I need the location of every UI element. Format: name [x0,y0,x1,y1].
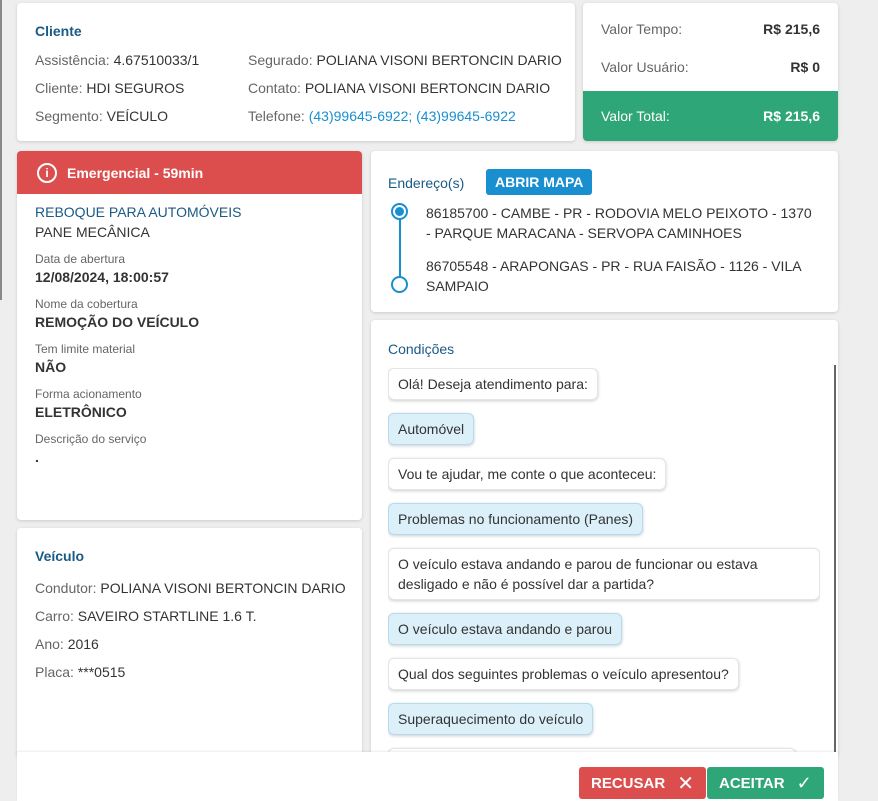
scrollbar[interactable] [834,365,836,758]
endereco-title: Endereço(s) [388,175,465,191]
aceitar-button[interactable]: ACEITAR ✓ [707,767,824,799]
field-value: NÃO [35,359,67,375]
field-label: Data de abertura [35,252,126,266]
valor-tempo: Valor Tempo: R$ 215,6 [601,21,820,37]
origin-dot-icon [391,203,408,220]
field-value: ELETRÔNICO [35,404,127,420]
servico-field: Forma acionamento ELETRÔNICO [35,387,344,420]
assistencia: Assistência: 4.67510033/1 [35,52,200,68]
valor-usuario: Valor Usuário: R$ 0 [601,59,820,75]
emergencial-badge: i Emergencial - 59min [17,151,362,194]
footer-bar: RECUSAR ✕ ACEITAR ✓ [17,752,838,801]
destination-dot-icon [391,276,408,293]
servico-field: Data de abertura 12/08/2024, 18:00:57 [35,252,344,285]
answer-bubble: Problemas no funcionamento (Panes) [388,503,644,535]
servico-subtipo: PANE MECÂNICA [35,224,150,240]
cliente-card: Cliente Assistência: 4.67510033/1 Client… [17,3,575,141]
condutor: Condutor: POLIANA VISONI BERTONCIN DARIO [35,580,346,596]
veiculo-card: Veículo Condutor: POLIANA VISONI BERTONC… [17,528,362,758]
question-bubble: Vou te ajudar, me conte o que aconteceu: [388,458,667,490]
telefone-link[interactable]: (43)99645-6922; (43)99645-6922 [309,108,516,124]
servico-field: Tem limite material NÃO [35,342,344,375]
recusar-button[interactable]: RECUSAR ✕ [579,767,706,799]
answer-bubble: Automóvel [388,413,475,445]
chat-list: Olá! Deseja atendimento para: Automóvel Vo… [388,368,820,758]
field-value: 12/08/2024, 18:00:57 [35,269,169,285]
field-value: REMOÇÃO DO VEÍCULO [35,314,200,330]
servico-field: Nome da cobertura REMOÇÃO DO VEÍCULO [35,297,344,330]
field-label: Descrição do serviço [35,432,147,446]
address-destination: 86705548 - ARAPONGAS - PR - RUA FAISÃO -… [426,258,801,294]
veiculo-title: Veículo [35,548,85,564]
answer-bubble: Superaquecimento do veículo [388,703,594,735]
contato: Contato: POLIANA VISONI BERTONCIN DARIO [248,80,551,96]
condicoes-title: Condições [388,341,455,357]
carro: Carro: SAVEIRO STARTLINE 1.6 T. [35,608,257,624]
field-label: Forma acionamento [35,387,142,401]
servico-field: Descrição do serviço. [35,432,344,465]
cliente: Cliente: HDI SEGUROS [35,80,185,96]
telefone: Telefone: (43)99645-6922; (43)99645-6922 [248,108,516,124]
ano: Ano: 2016 [35,636,99,652]
question-bubble: Qual dos seguintes problemas o veículo a… [388,658,739,690]
segurado: Segurado: POLIANA VISONI BERTONCIN DARIO [248,52,562,68]
servico-tipo: REBOQUE PARA AUTOMÓVEIS [35,204,242,220]
cliente-title: Cliente [35,23,82,39]
segmento: Segmento: VEÍCULO [35,108,169,124]
question-bubble: Olá! Deseja atendimento para: [388,368,598,400]
window-edge [0,0,2,300]
servico-card: i Emergencial - 59min REBOQUE PARA AUTOMÓ… [17,151,362,520]
field-label: Nome da cobertura [35,297,138,311]
valor-total: Valor Total: R$ 215,6 [583,91,838,141]
address-origin: 86185700 - CAMBE - PR - RODOVIA MELO PEI… [426,205,812,241]
condicoes-card: Condições Olá! Deseja atendimento para: A… [371,320,838,758]
close-icon: ✕ [677,772,694,795]
question-bubble: O veículo estava andando e parou de func… [388,548,820,600]
field-label: Tem limite material [35,342,136,356]
valores-card: Valor Tempo: R$ 215,6 Valor Usuário: R$ 0 … [583,3,838,141]
answer-bubble: O veículo estava andando e parou [388,613,623,645]
placa: Placa: ***0515 [35,664,126,680]
abrir-mapa-button[interactable]: ABRIR MAPA [486,169,593,195]
endereco-card: Endereço(s) ABRIR MAPA 86185700 - CAMBE … [371,151,838,312]
check-icon: ✓ [796,772,812,793]
route-line [399,213,401,279]
info-icon: i [37,162,57,183]
field-value: . [35,449,39,465]
